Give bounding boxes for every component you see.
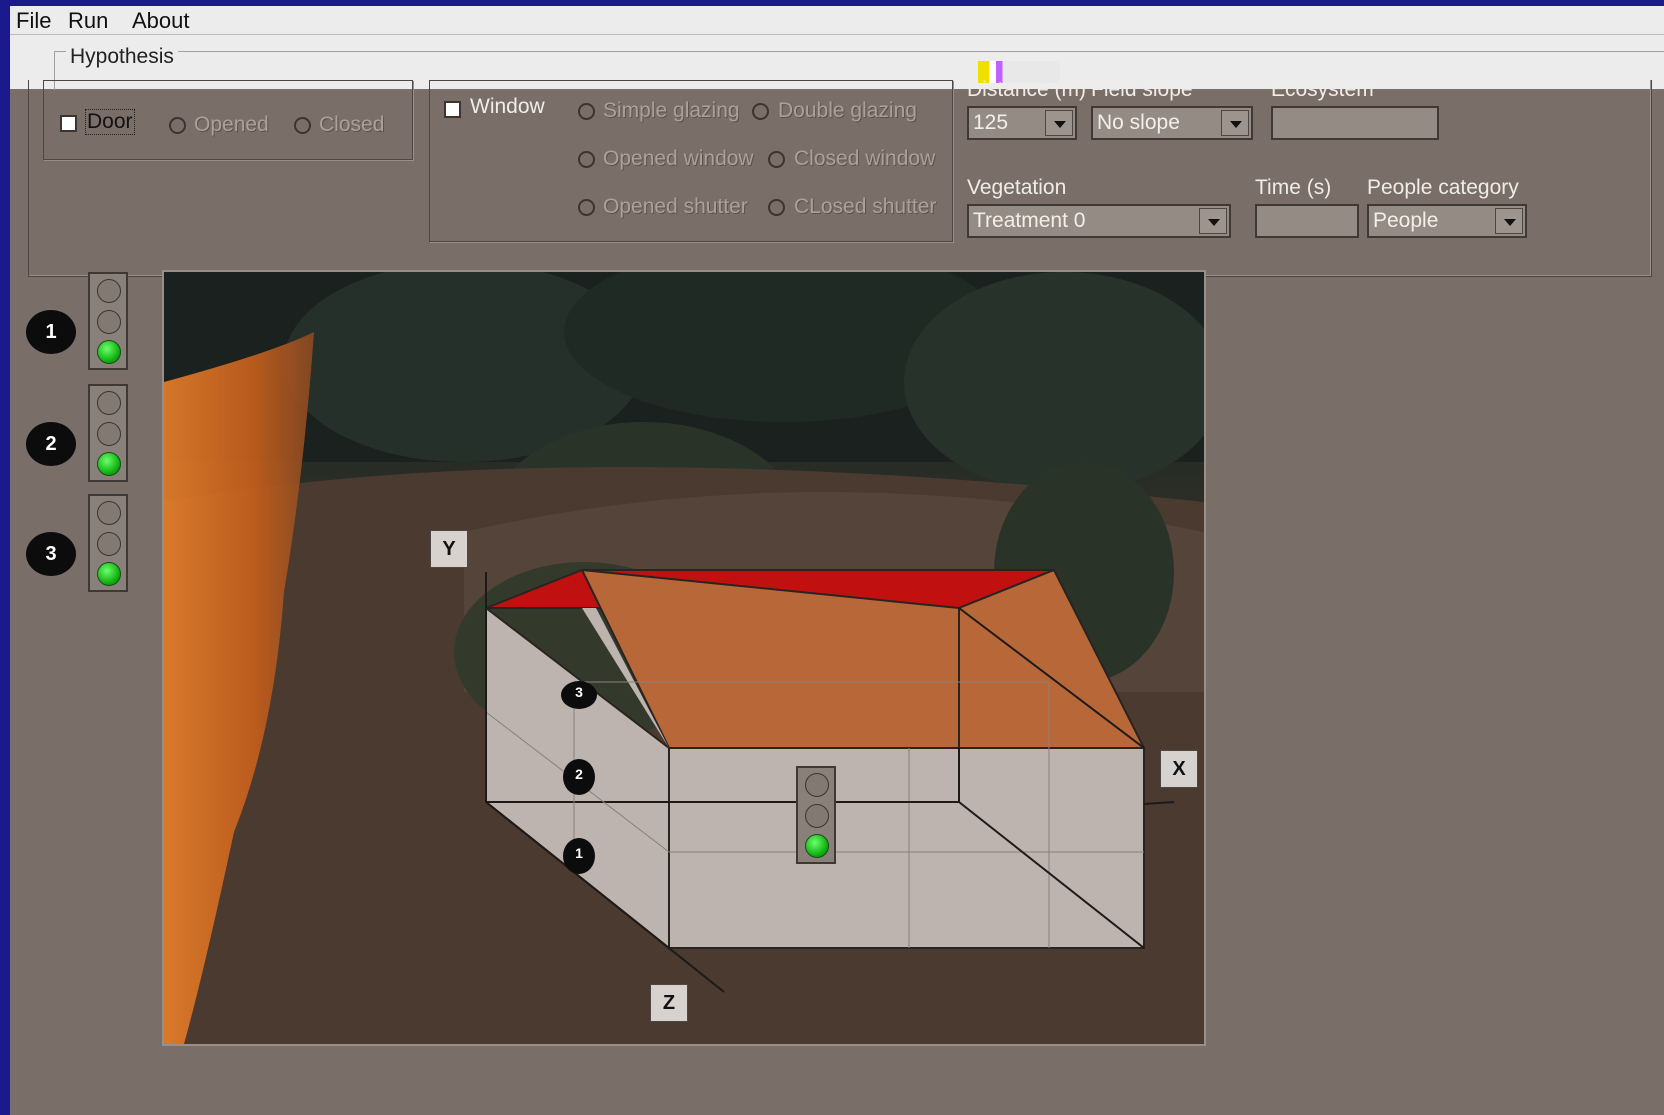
opened-shutter-label: Opened shutter xyxy=(603,195,748,218)
number-badge-2: 2 xyxy=(26,422,76,466)
application-window: File Run About Hypothesis Door Opened Cl… xyxy=(10,6,1664,1115)
vegetation-select[interactable]: Treatment 0 xyxy=(967,204,1231,238)
hypothesis-legend: Hypothesis xyxy=(66,45,178,69)
number-badge-3: 3 xyxy=(26,532,76,576)
time-label: Time (s) xyxy=(1255,176,1332,199)
green-light-icon xyxy=(805,834,829,858)
door-opened-label: Opened xyxy=(194,113,269,136)
z-axis-label: Z xyxy=(650,984,688,1022)
closed-shutter-label: CLosed shutter xyxy=(794,195,937,218)
simple-glazing-radio[interactable] xyxy=(578,103,595,120)
house-traffic-light xyxy=(796,766,836,864)
door-group: Door Opened Closed xyxy=(43,80,413,160)
door-checkbox[interactable] xyxy=(60,115,77,132)
ecosystem-label: Ecosystem xyxy=(1271,78,1374,101)
green-light-icon xyxy=(97,562,121,586)
traffic-light-2 xyxy=(88,384,128,482)
menu-file[interactable]: File xyxy=(16,8,51,34)
chevron-down-icon[interactable] xyxy=(1221,110,1249,136)
vegetation-label: Vegetation xyxy=(967,176,1067,199)
door-label: Door xyxy=(85,109,135,135)
chevron-down-icon[interactable] xyxy=(1045,110,1073,136)
number-badge-1: 1 xyxy=(26,310,76,354)
scene-marker-3: 3 xyxy=(575,684,583,700)
green-light-icon xyxy=(97,452,121,476)
closed-window-label: Closed window xyxy=(794,147,936,170)
double-glazing-label: Double glazing xyxy=(778,99,917,122)
people-category-select[interactable]: People xyxy=(1367,204,1527,238)
door-opened-radio[interactable] xyxy=(169,117,186,134)
vegetation-value: Treatment 0 xyxy=(973,209,1086,232)
scene-view[interactable]: 3 2 1 Y X Z xyxy=(162,270,1206,1046)
menu-run[interactable]: Run xyxy=(68,8,108,34)
light-off-icon xyxy=(97,422,121,446)
closed-window-radio[interactable] xyxy=(768,151,785,168)
menu-about[interactable]: About xyxy=(132,8,190,34)
field-slope-value: No slope xyxy=(1097,111,1180,134)
ecosystem-field[interactable] xyxy=(1271,106,1439,140)
people-category-value: People xyxy=(1373,209,1439,232)
traffic-light-3 xyxy=(88,494,128,592)
people-category-label: People category xyxy=(1367,176,1519,199)
field-slope-label: Field slope xyxy=(1091,78,1193,101)
x-axis-label: X xyxy=(1160,750,1198,788)
scene-marker-1: 1 xyxy=(575,845,583,861)
green-light-icon xyxy=(97,340,121,364)
simple-glazing-label: Simple glazing xyxy=(603,99,740,122)
door-closed-radio[interactable] xyxy=(294,117,311,134)
time-field[interactable] xyxy=(1255,204,1359,238)
double-glazing-radio[interactable] xyxy=(752,103,769,120)
scene-marker-2: 2 xyxy=(575,766,583,782)
opened-shutter-radio[interactable] xyxy=(578,199,595,216)
light-off-icon xyxy=(97,501,121,525)
window-group: Window Simple glazing Double glazing Ope… xyxy=(429,80,953,242)
hypothesis-panel: Door Opened Closed Window Simple glazing… xyxy=(28,78,1652,277)
distance-value: 125 xyxy=(973,111,1009,134)
distance-select[interactable]: 125 xyxy=(967,106,1077,140)
closed-shutter-radio[interactable] xyxy=(768,199,785,216)
light-off-icon xyxy=(805,804,829,828)
light-off-icon xyxy=(97,391,121,415)
window-label: Window xyxy=(470,95,545,118)
door-closed-label: Closed xyxy=(319,113,385,136)
opened-window-label: Opened window xyxy=(603,147,754,170)
light-off-icon xyxy=(97,532,121,556)
menu-bar: File Run About xyxy=(10,6,1664,35)
scene-illustration xyxy=(164,272,1204,1044)
light-off-icon xyxy=(97,279,121,303)
opened-window-radio[interactable] xyxy=(578,151,595,168)
chevron-down-icon[interactable] xyxy=(1199,208,1227,234)
distance-label: Distance (m) xyxy=(967,78,1087,101)
light-off-icon xyxy=(805,773,829,797)
light-off-icon xyxy=(97,310,121,334)
window-checkbox[interactable] xyxy=(444,101,461,118)
traffic-light-1 xyxy=(88,272,128,370)
y-axis-label: Y xyxy=(430,530,468,568)
field-slope-select[interactable]: No slope xyxy=(1091,106,1253,140)
chevron-down-icon[interactable] xyxy=(1495,208,1523,234)
